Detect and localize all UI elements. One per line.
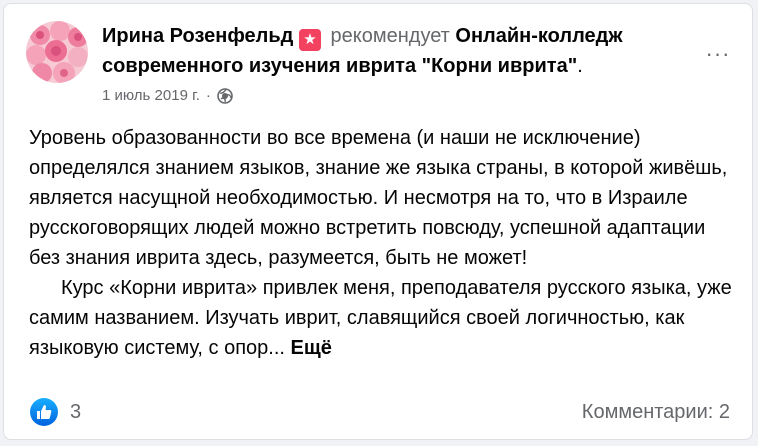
- post-paragraph-2: Курс «Корни иврита» привлек меня, препод…: [29, 273, 734, 363]
- more-horizontal-icon: ···: [705, 41, 731, 66]
- comments-count-link[interactable]: Комментарии: 2: [582, 401, 730, 424]
- author-name[interactable]: Ирина Розенфельд: [102, 25, 293, 47]
- globe-icon: [217, 88, 233, 104]
- see-more-link[interactable]: Ещё: [291, 337, 332, 359]
- likes-count: 3: [70, 400, 82, 423]
- post-header: Ирина Розенфельд ★ рекомендует Онлайн-ко…: [102, 21, 677, 81]
- post-paragraph-2-text: Курс «Корни иврита» привлек меня, препод…: [29, 277, 732, 359]
- post-card: Ирина Розенфельд ★ рекомендует Онлайн-ко…: [3, 3, 753, 440]
- recommend-icon: ★: [298, 29, 321, 51]
- like-reaction-icon: [30, 398, 58, 426]
- post-footer: 3 Комментарии: 2: [30, 398, 730, 426]
- avatar[interactable]: [26, 21, 88, 83]
- avatar-roses-image: [26, 21, 88, 83]
- more-options-button[interactable]: ···: [705, 41, 731, 66]
- action-label: рекомендует: [330, 25, 450, 47]
- header-period: .: [577, 55, 583, 77]
- post-date[interactable]: 1 июль 2019 г.: [102, 86, 200, 106]
- post-body: Уровень образованности во все времена (и…: [29, 123, 734, 363]
- reactions-summary[interactable]: 3: [30, 398, 81, 426]
- post-meta: 1 июль 2019 г. ·: [102, 86, 233, 106]
- post-paragraph-1: Уровень образованности во все времена (и…: [29, 127, 728, 269]
- meta-separator: ·: [205, 87, 211, 104]
